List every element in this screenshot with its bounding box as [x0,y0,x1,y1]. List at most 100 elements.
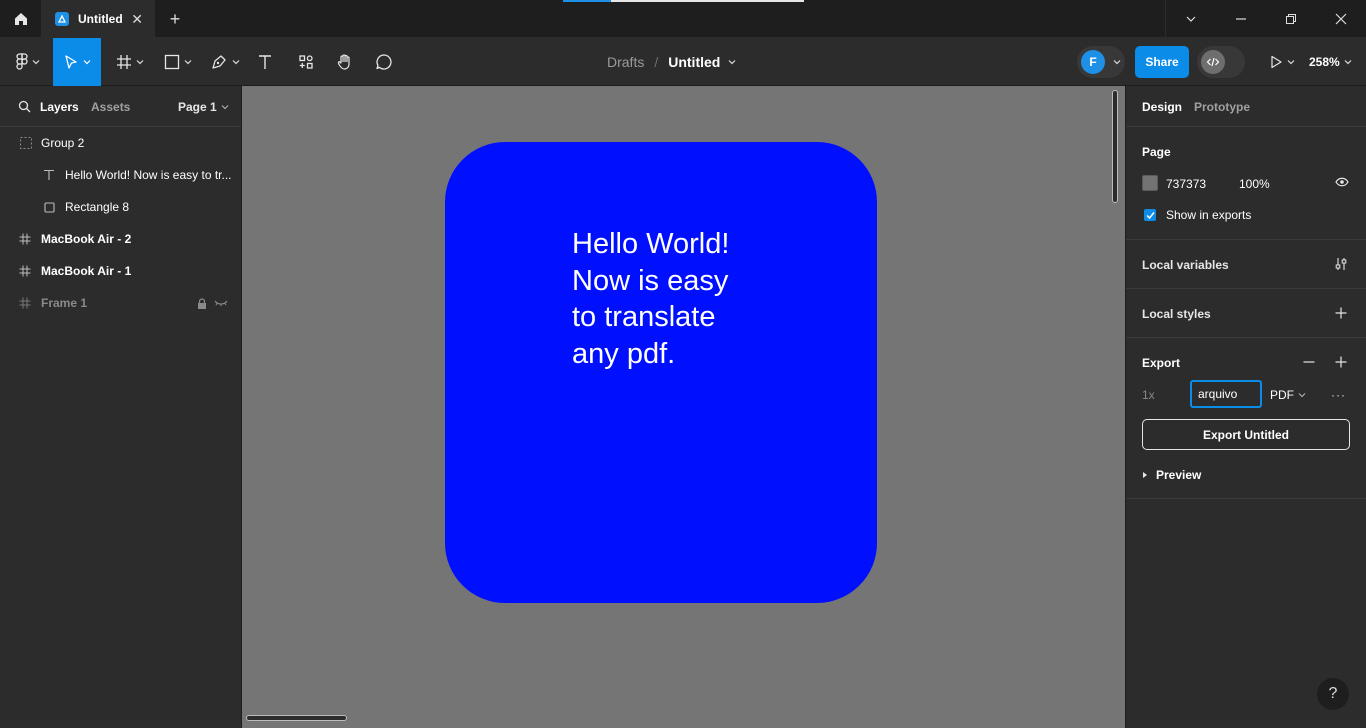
zoom-menu[interactable]: 258% [1309,38,1352,86]
preview-disclosure[interactable]: Preview [1142,468,1201,482]
play-icon [1269,55,1283,69]
rectangle-icon [164,54,180,70]
main-menu-button[interactable] [8,38,48,86]
eye-closed-icon[interactable] [214,296,228,310]
page-section-title: Page [1142,145,1171,159]
layer-name: Group 2 [41,136,85,150]
zoom-level: 258% [1309,55,1340,69]
chevron-down-icon [1298,391,1306,399]
close-icon [1335,13,1347,25]
triangle-right-icon [1142,471,1148,479]
tab-assets[interactable]: Assets [91,100,130,114]
window-controls [1165,0,1366,38]
file-title[interactable]: Untitled [668,54,720,70]
chevron-down-icon [1185,13,1197,25]
lock-icon[interactable] [195,296,209,310]
share-button[interactable]: Share [1135,46,1189,78]
pen-tool-button[interactable] [205,38,245,86]
help-button[interactable]: ? [1317,678,1349,710]
chevron-down-icon [83,58,91,66]
page-color-swatch[interactable] [1142,175,1158,191]
comment-tool-button[interactable] [371,38,397,86]
blue-rectangle-card[interactable]: Hello World! Now is easy to translate an… [445,142,877,603]
layer-name: Hello World! Now is easy to tr... [65,168,232,182]
minus-icon[interactable] [1301,354,1317,370]
plus-icon[interactable] [1333,354,1349,370]
chevron-down-icon [32,58,40,66]
adjust-sliders-icon[interactable] [1333,256,1349,272]
frame-hash-icon [18,232,32,246]
loading-progress-bar [563,0,804,2]
local-variables-label[interactable]: Local variables [1142,258,1229,272]
checkmark-icon [1145,211,1155,219]
page-color-hex[interactable]: 737373 [1166,177,1206,191]
export-suffix-input[interactable] [1190,380,1262,408]
hello-world-text[interactable]: Hello World! Now is easy to translate an… [572,226,762,372]
layer-row-rectangle[interactable]: Rectangle 8 [0,191,241,223]
preview-label: Preview [1156,468,1202,482]
local-styles-label[interactable]: Local styles [1142,307,1211,321]
cursor-arrow-icon [63,54,79,70]
tab-list-button[interactable] [1166,0,1216,38]
frame-tool-button[interactable] [110,38,150,86]
home-button[interactable] [0,0,41,38]
eye-icon[interactable] [1335,177,1349,187]
user-avatar[interactable]: F [1081,50,1105,74]
vertical-scrollbar[interactable] [1112,90,1118,203]
chevron-down-icon [221,103,229,111]
plus-icon[interactable] [1333,305,1349,321]
frame-hash-icon [116,54,132,70]
export-scale-select[interactable]: 1x [1142,388,1155,402]
chevron-down-icon [184,58,192,66]
hand-tool-button[interactable] [332,38,358,86]
comment-bubble-icon [375,53,393,71]
layer-row-group[interactable]: Group 2 [0,127,241,159]
move-tool-button[interactable] [53,38,101,86]
breadcrumb: Drafts / Untitled [607,38,736,86]
layer-row-text[interactable]: Hello World! Now is easy to tr... [0,159,241,191]
properties-panel: Design Prototype Page 737373 100% Show i… [1125,86,1366,728]
restore-icon [1285,13,1297,25]
layer-row-frame-locked[interactable]: Frame 1 [0,287,241,319]
search-icon[interactable] [18,100,31,113]
page-selector[interactable]: Page 1 [178,100,229,114]
layer-row-frame[interactable]: MacBook Air - 2 [0,223,241,255]
breadcrumb-drafts-link[interactable]: Drafts [607,54,644,70]
layer-name: MacBook Air - 1 [41,264,132,278]
card-text-line: Now is easy [572,264,729,297]
resources-icon [298,54,314,70]
present-button[interactable] [1264,38,1300,86]
hand-icon [336,53,354,71]
chevron-down-icon[interactable] [728,58,736,66]
local-styles-section: Local styles [1126,289,1366,338]
tab-close-button[interactable]: ✕ [131,11,143,28]
rectangle-layer-icon [42,200,56,214]
title-bar: Untitled ✕ + [0,0,1366,38]
shape-tool-button[interactable] [158,38,198,86]
tab-design[interactable]: Design [1142,100,1182,114]
text-tool-button[interactable] [252,38,278,86]
close-window-button[interactable] [1316,0,1366,38]
dev-mode-toggle[interactable] [1197,46,1245,78]
file-tab[interactable]: Untitled ✕ [41,0,155,38]
horizontal-scrollbar[interactable] [246,715,347,721]
export-format-select[interactable]: PDF [1270,388,1306,402]
export-button[interactable]: Export Untitled [1142,419,1350,450]
resources-tool-button[interactable] [293,38,319,86]
properties-tabs: Design Prototype [1126,86,1366,127]
layer-row-frame[interactable]: MacBook Air - 1 [0,255,241,287]
chevron-down-icon [136,58,144,66]
minimize-button[interactable] [1216,0,1266,38]
page-color-opacity[interactable]: 100% [1239,177,1270,191]
show-in-exports-checkbox[interactable] [1144,209,1156,221]
export-section-title: Export [1142,356,1181,370]
tab-prototype[interactable]: Prototype [1194,100,1250,114]
chevron-down-icon [1287,58,1295,66]
tab-layers[interactable]: Layers [40,100,79,114]
new-tab-button[interactable]: + [165,9,185,29]
more-options-icon[interactable]: ··· [1331,388,1346,402]
minimize-icon [1235,13,1247,25]
restore-button[interactable] [1266,0,1316,38]
canvas[interactable]: Hello World! Now is easy to translate an… [242,86,1125,728]
tab-label: Untitled [78,12,123,26]
